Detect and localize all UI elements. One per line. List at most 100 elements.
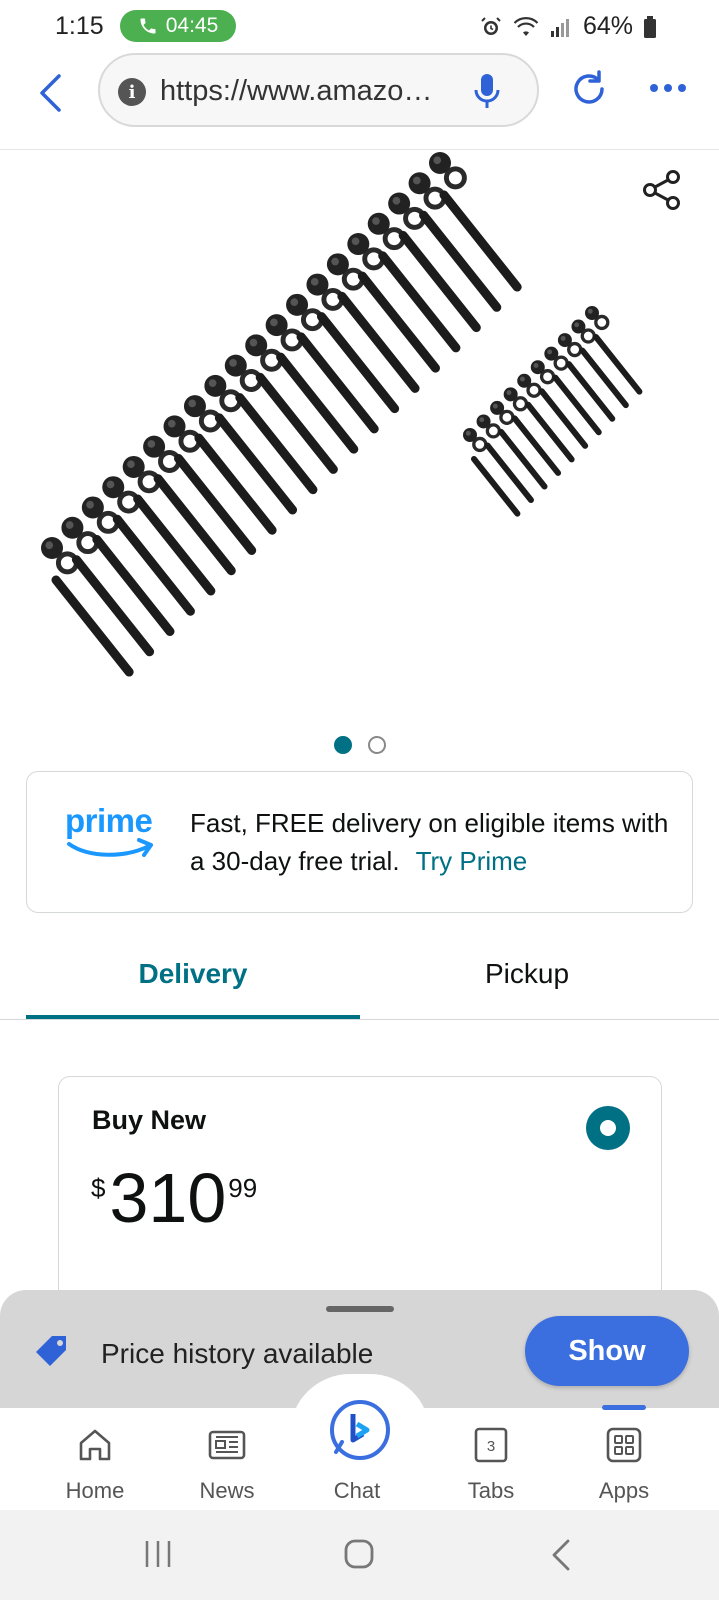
status-time: 1:15 <box>55 12 104 40</box>
washer <box>512 396 529 412</box>
nut-highlight <box>65 521 74 529</box>
nut <box>143 435 166 458</box>
stud <box>471 456 521 517</box>
show-price-history-button[interactable]: Show <box>525 1316 689 1386</box>
nut-highlight <box>479 417 485 423</box>
tab-delivery[interactable]: Delivery <box>26 958 360 990</box>
microphone-icon[interactable] <box>473 72 501 112</box>
nut <box>517 373 532 388</box>
status-icons: 64% <box>479 12 657 41</box>
nut <box>204 374 227 397</box>
try-prime-link[interactable]: Try Prime <box>416 846 528 876</box>
carousel-dot-1[interactable] <box>333 736 352 754</box>
nut <box>326 253 349 276</box>
nut-highlight <box>587 308 593 314</box>
stud <box>378 251 461 353</box>
alarm-icon <box>481 16 501 35</box>
prime-smile-icon <box>67 838 153 857</box>
stud <box>153 474 236 576</box>
nav-home[interactable]: Home <box>40 1424 150 1504</box>
product-image[interactable] <box>0 150 719 710</box>
prime-description: Fast, FREE delivery on eligible items wi… <box>190 808 669 876</box>
nut-highlight <box>188 399 197 408</box>
stud <box>276 352 359 454</box>
nut <box>122 455 145 478</box>
recent-apps-icon[interactable] <box>143 1539 173 1569</box>
nut-highlight <box>433 156 442 165</box>
nut <box>463 428 477 442</box>
price: $ 310 99 <box>91 1163 257 1233</box>
system-back-icon[interactable] <box>550 1538 572 1572</box>
washer <box>594 314 610 331</box>
nut-highlight <box>208 379 217 387</box>
home-icon <box>79 1429 111 1461</box>
stud <box>398 231 481 333</box>
washer <box>443 166 467 190</box>
stud <box>214 413 298 515</box>
prime-logo: prime <box>65 802 161 862</box>
washer <box>580 328 596 344</box>
apps-active-indicator <box>602 1405 646 1410</box>
ongoing-call-pill[interactable]: 04:45 <box>120 10 236 42</box>
stud <box>51 575 134 677</box>
carousel-indicator <box>0 736 719 754</box>
call-timer: 04:45 <box>165 14 219 37</box>
carousel-dot-2[interactable] <box>367 736 386 754</box>
nav-chat-label[interactable]: Chat <box>302 1424 412 1504</box>
more-dots-icon[interactable] <box>648 82 688 94</box>
nut <box>388 192 411 215</box>
nut-highlight <box>270 318 278 327</box>
buy-new-option[interactable]: Buy New $ 310 99 <box>58 1076 662 1316</box>
prime-banner[interactable]: prime Fast, FREE delivery on eligible it… <box>26 771 693 913</box>
stud <box>316 312 400 414</box>
news-icon <box>208 1430 246 1460</box>
nut <box>306 273 329 296</box>
stud <box>511 415 562 476</box>
address-bar[interactable]: i https://www.amazo… <box>98 53 539 127</box>
stud <box>538 388 589 449</box>
buy-new-radio[interactable] <box>586 1106 630 1150</box>
url-text[interactable]: https://www.amazo… <box>160 75 432 108</box>
nut <box>245 334 268 357</box>
tab-pickup[interactable]: Pickup <box>360 958 694 990</box>
stud <box>235 393 318 495</box>
share-icon[interactable] <box>640 168 684 212</box>
nut <box>557 333 572 348</box>
phone-icon <box>140 18 156 34</box>
nut-highlight <box>506 390 512 396</box>
nut <box>163 415 186 438</box>
nut-highlight <box>229 359 237 367</box>
active-tab-indicator <box>26 1015 360 1019</box>
nut-highlight <box>574 322 580 328</box>
battery-icon <box>644 15 656 38</box>
back-button[interactable] <box>30 68 70 118</box>
stud <box>194 433 277 535</box>
nut-highlight <box>249 338 258 347</box>
nut-highlight <box>167 419 176 428</box>
status-bar: 1:15 04:45 64% <box>0 0 719 50</box>
nut-highlight <box>560 335 566 341</box>
washer <box>472 436 488 453</box>
nut <box>367 212 390 235</box>
nut <box>224 354 247 377</box>
nav-apps[interactable]: Apps <box>569 1424 679 1504</box>
stud <box>565 361 616 422</box>
refresh-icon[interactable] <box>568 68 610 110</box>
nut <box>265 314 288 337</box>
price-currency: $ <box>91 1173 106 1203</box>
nav-tabs[interactable]: 3 Tabs <box>436 1424 546 1504</box>
home-button-icon[interactable] <box>343 1538 375 1570</box>
info-icon[interactable]: i <box>118 78 146 106</box>
nut <box>81 496 104 519</box>
nut <box>530 360 545 375</box>
stud <box>133 494 216 596</box>
stud <box>174 453 257 555</box>
nut <box>476 414 491 429</box>
sheet-drag-handle[interactable] <box>326 1306 394 1312</box>
nav-news[interactable]: News <box>172 1424 282 1504</box>
washer <box>567 341 583 358</box>
nut <box>183 395 206 418</box>
stud <box>357 271 440 373</box>
stud <box>112 514 195 616</box>
price-tag-icon <box>36 1336 66 1366</box>
